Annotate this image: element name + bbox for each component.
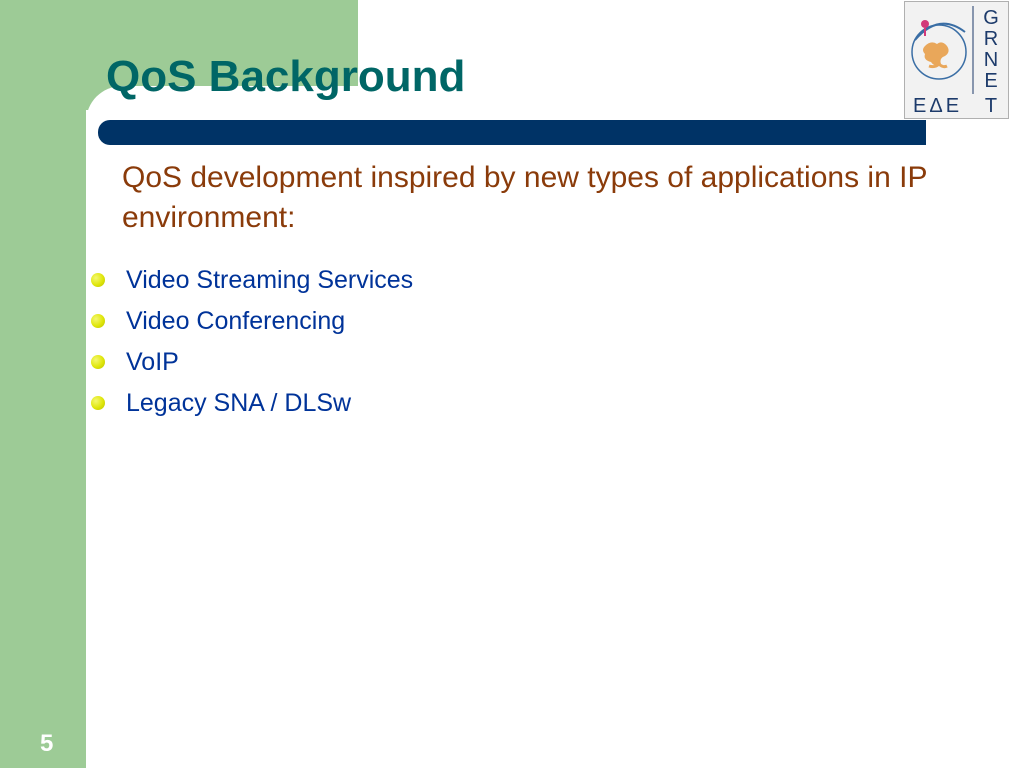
grnet-logo: G R N E T ΕΔΕ	[904, 1, 1009, 119]
yellow-dot-icon	[91, 355, 105, 369]
yellow-dot-icon	[91, 396, 105, 410]
bullet-item: Video Conferencing	[90, 303, 413, 344]
yellow-dot-icon	[91, 273, 105, 287]
bullet-item: Video Streaming Services	[90, 262, 413, 303]
logo-graphic: G R N E T ΕΔΕ	[911, 6, 999, 117]
bullet-item: Legacy SNA / DLSw	[90, 385, 413, 426]
yellow-dot-icon	[91, 314, 105, 328]
logo-greek-text: ΕΔΕ	[913, 95, 962, 117]
bullet-item: VoIP	[90, 344, 413, 385]
pin-icon	[921, 20, 929, 28]
page-number: 5	[40, 730, 54, 757]
bullet-list: Video Streaming Services Video Conferenc…	[90, 262, 413, 426]
bullet-text: VoIP	[126, 348, 179, 376]
logo-letter: E	[984, 70, 997, 92]
slide-subtitle: QoS development inspired by new types of…	[122, 161, 927, 234]
logo-letter: R	[984, 28, 998, 50]
map-shape	[923, 42, 949, 66]
logo-letter: N	[984, 49, 998, 71]
bullet-text: Video Conferencing	[126, 307, 346, 335]
bullet-text: Video Streaming Services	[126, 266, 414, 294]
bullet-text: Legacy SNA / DLSw	[126, 389, 352, 417]
map-islands	[928, 61, 948, 69]
slide: QoS Background G R N E T ΕΔΕ QoS develop…	[0, 0, 1024, 768]
logo-letter: G	[983, 7, 999, 29]
title-underline-bar	[98, 120, 926, 145]
slide-title: QoS Background	[106, 52, 466, 101]
logo-letter: T	[985, 95, 997, 117]
green-frame-left	[0, 0, 86, 768]
